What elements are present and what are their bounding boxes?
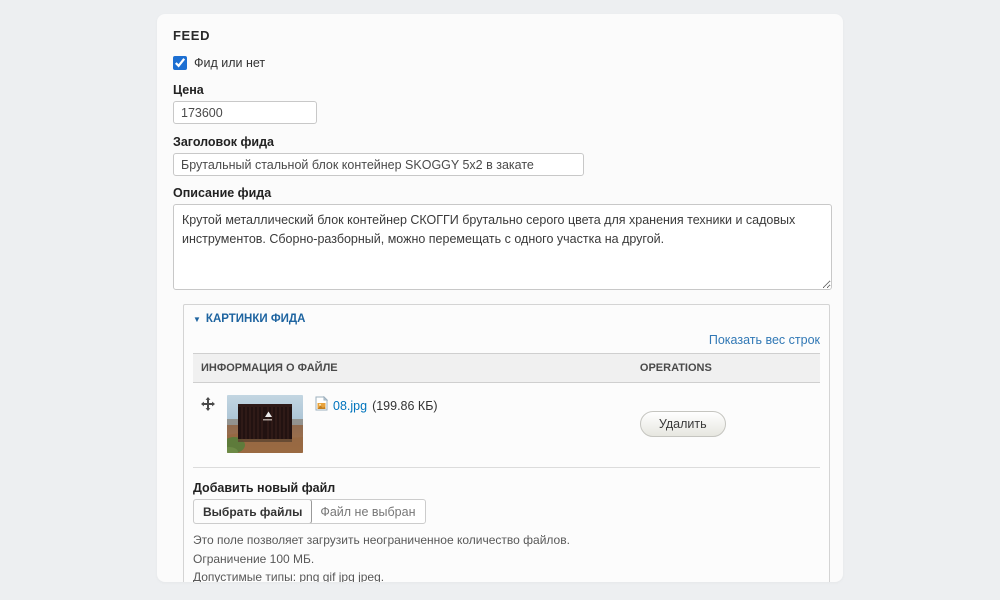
price-input[interactable]	[173, 101, 317, 124]
container-photo-thumbnail	[227, 395, 303, 453]
file-size-text: (199.86 КБ)	[372, 399, 438, 413]
no-file-chosen-text: Файл не выбран	[320, 504, 416, 519]
file-info-column-header: ИНФОРМАЦИЯ О ФАЙЛЕ	[193, 353, 632, 383]
file-info-cell: 08.jpg (199.86 КБ)	[193, 382, 632, 468]
files-table: ИНФОРМАЦИЯ О ФАЙЛЕ OPERATIONS 08.jpg (19…	[193, 353, 820, 468]
row-weights-row: Показать вес строк	[193, 331, 820, 349]
files-table-header-row: ИНФОРМАЦИЯ О ФАЙЛЕ OPERATIONS	[193, 353, 820, 383]
feed-description-textarea[interactable]: Крутой металлический блок контейнер СКОГ…	[173, 204, 832, 290]
feed-checkbox-label: Фид или нет	[194, 56, 266, 70]
feed-pictures-legend-label: КАРТИНКИ ФИДА	[205, 313, 306, 325]
choose-files-button[interactable]: Выбрать файлы	[194, 500, 313, 523]
feed-description-label: Описание фида	[173, 186, 272, 200]
feed-checkbox[interactable]	[173, 56, 187, 70]
operations-cell: Удалить	[631, 382, 820, 468]
file-name-link[interactable]: 08.jpg	[333, 399, 367, 413]
section-title: FEED	[173, 28, 211, 43]
table-row: 08.jpg (199.86 КБ) Удалить	[193, 382, 820, 468]
file-upload-widget[interactable]: Выбрать файлы Файл не выбран	[193, 499, 426, 524]
file-field-help-text: Это поле позволяет загрузить неограничен…	[193, 531, 820, 582]
drag-handle-icon[interactable]	[201, 397, 215, 416]
delete-file-button[interactable]: Удалить	[639, 411, 726, 437]
price-label: Цена	[173, 83, 204, 97]
feed-pictures-legend[interactable]: ▼ КАРТИНКИ ФИДА	[193, 313, 820, 325]
show-row-weights-link[interactable]: Показать вес строк	[709, 333, 820, 347]
help-line-types: Допустимые типы: png gif jpg jpeg.	[193, 570, 385, 582]
file-line: 08.jpg (199.86 КБ)	[315, 395, 438, 416]
image-file-icon	[315, 395, 329, 416]
collapse-triangle-icon: ▼	[193, 314, 201, 324]
help-line-limit: Ограничение 100 МБ.	[193, 551, 315, 566]
help-line-unlimited: Это поле позволяет загрузить неограничен…	[193, 533, 570, 547]
feed-title-label: Заголовок фида	[173, 135, 274, 149]
feed-title-input[interactable]	[173, 153, 584, 176]
add-new-file-label: Добавить новый файл	[193, 481, 336, 495]
operations-column-header: OPERATIONS	[631, 353, 820, 383]
feed-pictures-fieldset: ▼ КАРТИНКИ ФИДА Показать вес строк ИНФОР…	[183, 304, 830, 582]
feed-form-card: FEED Фид или нет Цена Заголовок фида Опи…	[157, 14, 843, 582]
feed-checkbox-row: Фид или нет	[173, 56, 831, 70]
